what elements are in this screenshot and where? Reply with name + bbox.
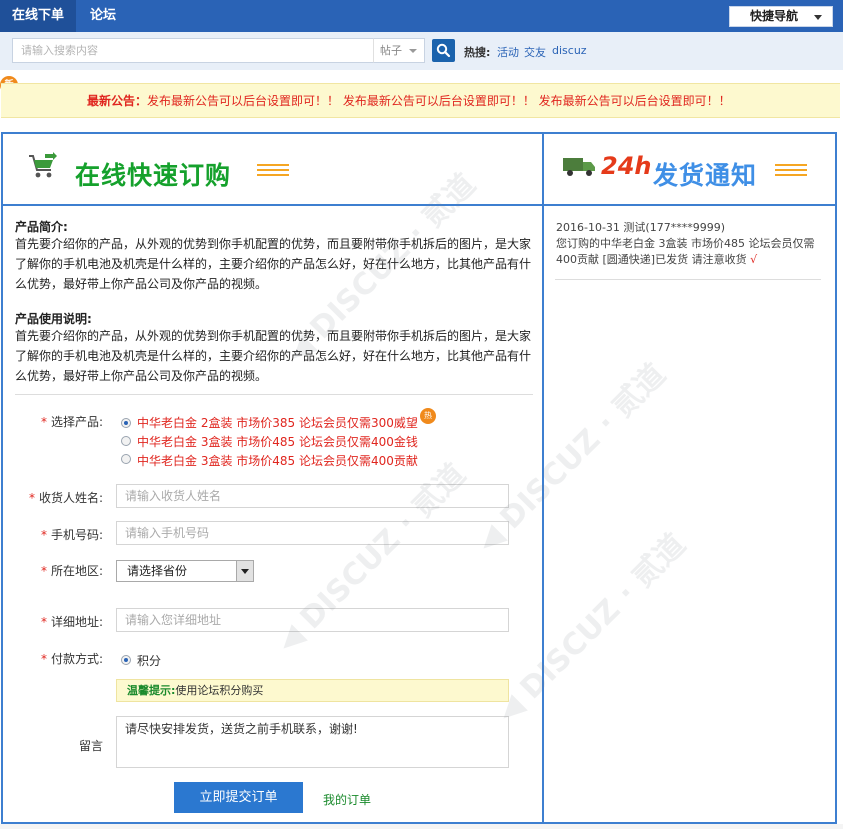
payment-label: * 付款方式: (40, 652, 103, 666)
product-option[interactable]: 中华老白金 3盒装 市场价485 论坛会员仅需400贡献 (137, 452, 418, 469)
hot-link[interactable]: 活动 (497, 44, 519, 60)
message-textarea[interactable]: 请尽快安排发货，送货之前手机联系，谢谢! (116, 716, 509, 768)
intro-title: 产品简介: (15, 220, 68, 234)
header-divider (3, 204, 835, 206)
product-option[interactable]: 中华老白金 3盒装 市场价485 论坛会员仅需400金钱 (137, 433, 418, 450)
quick-nav-dropdown[interactable]: 快捷导航 (729, 6, 833, 27)
chevron-down-icon (236, 561, 253, 581)
check-icon: √ (750, 253, 758, 266)
hot-badge-icon: 热 (420, 408, 436, 424)
phone-field[interactable] (116, 521, 509, 545)
section-divider (15, 394, 533, 395)
shipping-notice: 2016-10-31 测试(177****9999) 您订购的中华老白金 3盒装… (556, 220, 821, 268)
tip-box: 温馨提示:使用论坛积分购买 (116, 679, 509, 702)
top-nav: 在线下单 论坛 快捷导航 (0, 0, 843, 32)
product-label: * 选择产品: (40, 415, 103, 429)
name-label: * 收货人姓名: (28, 491, 103, 505)
name-field[interactable] (116, 484, 509, 508)
watermark: ◀ DISCUZ · 贰道 (489, 527, 693, 730)
message-label: 留言 (78, 739, 103, 753)
notice-divider (555, 279, 821, 280)
main-frame: 在线快速订购 24h 发货通知 产品简介: 首先要介绍你的产品，从外观的优势到你… (1, 132, 837, 824)
page-edge (0, 824, 843, 829)
announcement-text[interactable]: 发布最新公告可以后台设置即可！！ 发布最新公告可以后台设置即可！！ 发布最新公告… (147, 94, 731, 108)
chevron-down-icon (409, 49, 417, 53)
search-bar: 帖子 热搜: 活动 交友 discuz (0, 32, 843, 70)
address-label: * 详细地址: (40, 615, 103, 629)
title-stripes (257, 164, 289, 178)
submit-order-button[interactable]: 立即提交订单 (174, 782, 303, 813)
24h-badge: 24h (601, 152, 652, 180)
hot-link[interactable]: discuz (552, 44, 587, 57)
intro-body: 首先要介绍你的产品，从外观的优势到你手机配置的优势，而且要附带你手机拆后的图片，… (15, 237, 532, 291)
column-divider (542, 134, 544, 822)
tip-text: 使用论坛积分购买 (175, 684, 264, 697)
tab-forum[interactable]: 论坛 (78, 0, 128, 32)
region-label: * 所在地区: (40, 564, 103, 578)
announcement-bar: 最新公告：发布最新公告可以后台设置即可！！ 发布最新公告可以后台设置即可！！ 发… (1, 83, 840, 118)
chevron-down-icon (814, 15, 822, 20)
usage-body: 首先要介绍你的产品，从外观的优势到你手机配置的优势，而且要附带你手机拆后的图片，… (15, 329, 532, 383)
search-icon (436, 43, 451, 58)
notice-text: 您订购的中华老白金 3盒装 市场价485 论坛会员仅需400贡献 [圆通快递]已… (556, 237, 815, 266)
truck-icon (563, 158, 595, 176)
search-input[interactable] (12, 38, 374, 63)
announcement-label: 最新公告： (87, 94, 148, 108)
phone-label: * 手机号码: (40, 528, 103, 542)
region-select[interactable]: 请选择省份 (116, 560, 254, 582)
hot-link[interactable]: 交友 (524, 44, 546, 60)
usage-title: 产品使用说明: (15, 312, 92, 326)
shopping-cart-icon (29, 152, 57, 178)
address-field[interactable] (116, 608, 509, 632)
search-type-label: 帖子 (380, 44, 402, 57)
hot-search-label: 热搜: (464, 46, 491, 59)
order-title: 在线快速订购 (75, 161, 232, 190)
shipping-header: 24h 发货通知 (563, 146, 833, 196)
product-option[interactable]: 中华老白金 2盒装 市场价385 论坛会员仅需300威望 (137, 414, 418, 431)
payment-option[interactable]: 积分 (137, 652, 161, 669)
product-radio[interactable] (121, 418, 131, 428)
search-type-select[interactable]: 帖子 (373, 38, 425, 63)
product-radio[interactable] (121, 454, 131, 464)
shipping-title: 发货通知 (653, 161, 758, 190)
notice-header: 2016-10-31 测试(177****9999) (556, 221, 725, 234)
region-select-value: 请选择省份 (127, 564, 188, 578)
tip-label: 温馨提示: (127, 684, 176, 697)
product-radio[interactable] (121, 436, 131, 446)
title-stripes (775, 164, 807, 178)
search-button[interactable] (432, 39, 455, 62)
quick-nav-label: 快捷导航 (750, 9, 799, 23)
tab-online-order[interactable]: 在线下单 (0, 0, 77, 32)
my-orders-link[interactable]: 我的订单 (323, 791, 371, 808)
payment-radio[interactable] (121, 655, 131, 665)
